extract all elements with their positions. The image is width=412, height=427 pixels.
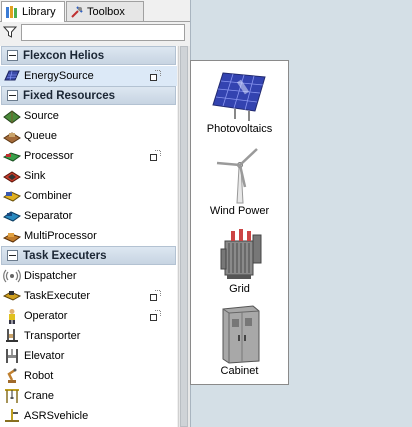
category-label: Task Executers (23, 249, 107, 262)
tab-library-label: Library (22, 6, 56, 18)
crane-icon (5, 389, 19, 403)
tab-toolbox-label: Toolbox (87, 5, 125, 18)
collapse-toggle-icon[interactable] (7, 50, 18, 61)
tab-library[interactable]: Library (1, 1, 65, 22)
list-item-queue[interactable]: Queue (0, 126, 177, 146)
list-item-label: Dispatcher (24, 270, 77, 282)
preview-item-label: Grid (229, 283, 250, 295)
queue-icon (3, 132, 21, 144)
library-list: Flexcon Helios EnergySource Fixed Resour… (0, 46, 177, 427)
vertical-scrollbar[interactable] (178, 46, 190, 427)
list-item-label: Robot (24, 370, 54, 382)
list-item-separator[interactable]: Separator (0, 206, 177, 226)
popout-icon[interactable] (150, 70, 161, 81)
list-item-label: Source (24, 110, 59, 122)
wind-turbine-icon (216, 148, 258, 204)
preview-item-cabinet[interactable]: Cabinet (191, 303, 288, 377)
list-item-label: Combiner (24, 190, 72, 202)
list-item-crane[interactable]: Crane (0, 386, 177, 406)
category-fixed-resources[interactable]: Fixed Resources (1, 86, 176, 105)
popout-icon[interactable] (150, 310, 161, 321)
robot-icon (7, 368, 17, 383)
filter-row (0, 22, 190, 44)
category-label: Flexcon Helios (23, 49, 105, 62)
list-item-taskexecuter[interactable]: TaskExecuter (0, 286, 177, 306)
list-item-elevator[interactable]: Elevator (0, 346, 177, 366)
popout-icon[interactable] (150, 290, 161, 301)
list-item-label: Sink (24, 170, 46, 182)
preview-item-grid[interactable]: Grid (191, 225, 288, 295)
dispatcher-icon (3, 269, 21, 283)
transporter-icon (6, 329, 18, 342)
list-item-sink[interactable]: Sink (0, 166, 177, 186)
preview-item-label: Photovoltaics (206, 123, 273, 135)
collapse-toggle-icon[interactable] (7, 250, 18, 261)
popout-icon[interactable] (150, 150, 161, 161)
category-task-executers[interactable]: Task Executers (1, 246, 176, 265)
list-item-label: Operator (24, 310, 68, 322)
list-item-dispatcher[interactable]: Dispatcher (0, 266, 177, 286)
transformer-icon (220, 229, 261, 279)
preview-item-photovoltaics[interactable]: Photovoltaics (191, 69, 288, 135)
multiprocessor-icon (3, 233, 21, 243)
tab-toolbox[interactable]: Toolbox (66, 1, 144, 21)
elevator-icon (6, 349, 18, 363)
list-item-combiner[interactable]: Combiner (0, 186, 177, 206)
energy-source-icon (4, 70, 20, 81)
energy-source-preview-panel: Photovoltaics Wind Power Grid Cabinet (190, 60, 289, 385)
preview-item-wind-power[interactable]: Wind Power (191, 147, 288, 217)
list-item-label: Processor (24, 150, 74, 162)
asrs-vehicle-icon (5, 409, 19, 422)
list-item-label: Elevator (24, 350, 65, 362)
processor-icon (3, 152, 21, 162)
list-item-label: ASRSvehicle (24, 410, 89, 422)
scrollbar-thumb[interactable] (180, 46, 188, 427)
list-item-label: MultiProcessor (24, 230, 97, 242)
list-item-label: Crane (24, 390, 54, 402)
library-icon (6, 6, 17, 18)
list-item-robot[interactable]: Robot (0, 366, 177, 386)
sink-icon (3, 171, 21, 183)
separator-icon (3, 211, 21, 222)
tab-bar: Library Toolbox (0, 0, 190, 22)
list-item-asrsvehicle[interactable]: ASRSvehicle (0, 406, 177, 426)
preview-item-label: Cabinet (220, 365, 259, 377)
list-item-multiprocessor[interactable]: MultiProcessor (0, 226, 177, 246)
list-item-source[interactable]: Source (0, 106, 177, 126)
solar-panel-icon (211, 72, 266, 121)
list-item-energysource[interactable]: EnergySource (0, 66, 177, 86)
toolbox-icon (71, 5, 83, 18)
list-item-operator[interactable]: Operator (0, 306, 177, 326)
combiner-icon (3, 191, 21, 202)
filter-icon[interactable] (3, 25, 17, 39)
list-item-transporter[interactable]: Transporter (0, 326, 177, 346)
taskexecuter-icon (3, 291, 21, 301)
operator-icon (9, 309, 15, 324)
list-item-processor[interactable]: Processor (0, 146, 177, 166)
collapse-toggle-icon[interactable] (7, 90, 18, 101)
list-item-label: Transporter (24, 330, 81, 342)
source-icon (3, 110, 21, 124)
cabinet-icon (222, 305, 259, 364)
category-label: Fixed Resources (23, 89, 116, 102)
filter-input[interactable] (21, 24, 185, 41)
library-panel: Library Toolbox Flexcon Helios EnergySou… (0, 0, 191, 427)
list-item-label: TaskExecuter (24, 290, 91, 302)
preview-item-label: Wind Power (209, 205, 270, 217)
category-flexcon-helios[interactable]: Flexcon Helios (1, 46, 176, 65)
list-item-label: Separator (24, 210, 73, 222)
list-item-label: Queue (24, 130, 58, 142)
list-item-label: EnergySource (24, 70, 94, 82)
